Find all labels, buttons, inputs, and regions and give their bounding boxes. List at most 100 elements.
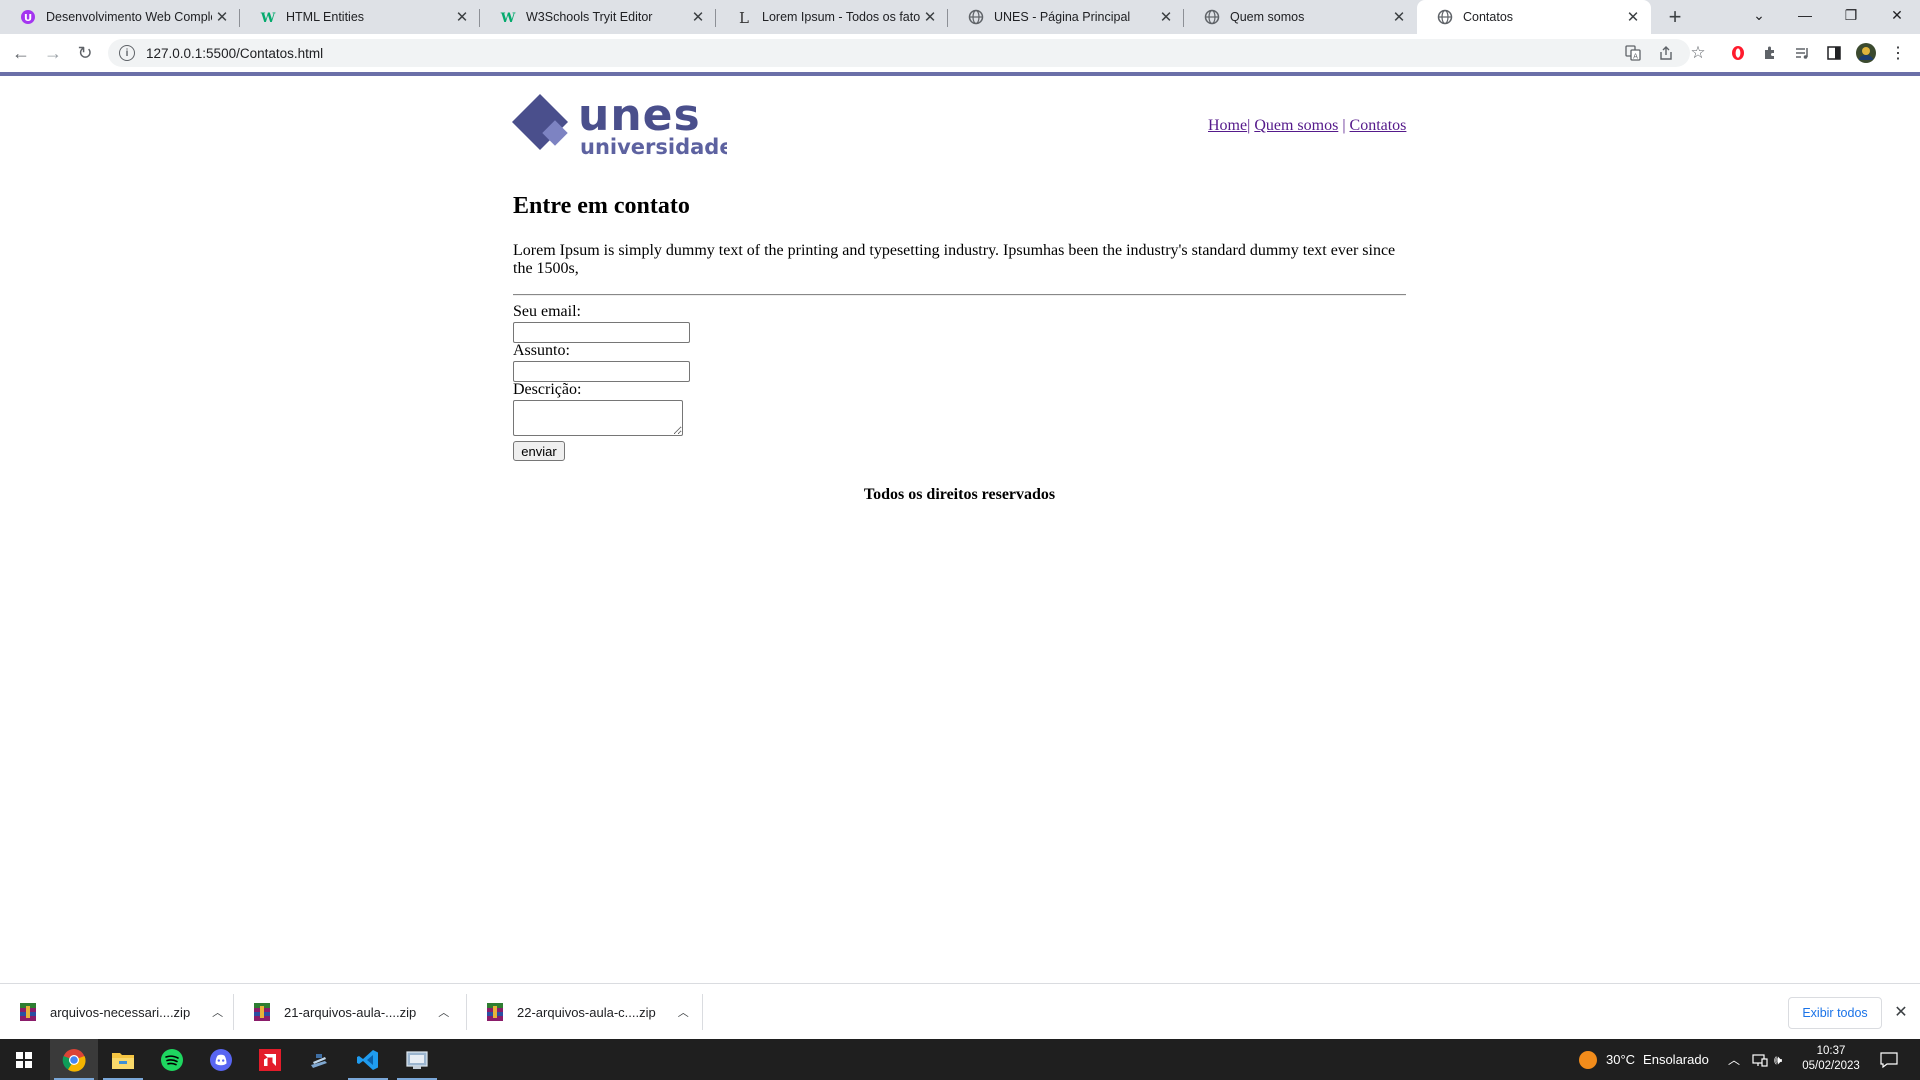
bookmark-star-icon[interactable]: ☆ [1688, 43, 1708, 63]
download-item[interactable]: 21-arquivos-aula-....zip ︿ [234, 984, 467, 1040]
svg-text:W: W [260, 11, 276, 25]
forward-icon[interactable]: → [39, 39, 67, 67]
globe-icon [968, 9, 984, 25]
w3schools-icon: W [260, 9, 276, 25]
description-textarea[interactable] [513, 400, 683, 436]
spotify-icon[interactable] [148, 1039, 196, 1080]
close-tab-icon[interactable]: ✕ [452, 7, 472, 27]
main-nav: Home| Quem somos | Contatos [1208, 117, 1406, 135]
svg-text:L: L [739, 9, 749, 25]
extensions-puzzle-icon[interactable] [1760, 43, 1780, 63]
share-icon[interactable] [1656, 43, 1676, 63]
submit-button[interactable]: enviar [513, 441, 565, 461]
back-icon[interactable]: ← [7, 39, 35, 67]
address-bar[interactable]: i 127.0.0.1:5500/Contatos.html [108, 39, 1690, 67]
download-filename: arquivos-necessari....zip [50, 1004, 191, 1020]
chrome-taskbar-icon[interactable] [50, 1039, 98, 1080]
horizontal-rule [513, 294, 1406, 296]
weather-temp: 30°C [1606, 1052, 1636, 1067]
sun-icon [1579, 1050, 1597, 1069]
subject-label: Assunto: [513, 342, 570, 359]
nav-link-quem-somos[interactable]: Quem somos [1254, 117, 1338, 134]
svg-text:unes: unes [578, 94, 701, 141]
restore-icon[interactable]: ❐ [1828, 0, 1874, 30]
java-installer-icon[interactable] [295, 1039, 343, 1080]
tab-contatos[interactable]: Contatos ✕ [1417, 0, 1651, 34]
close-tab-icon[interactable]: ✕ [1623, 7, 1643, 27]
new-tab-icon[interactable]: + [1661, 4, 1689, 30]
chevron-up-icon[interactable]: ︿ [678, 1004, 689, 1020]
windows-start-icon[interactable] [0, 1039, 48, 1080]
udemy-icon: U [20, 9, 36, 25]
page-footer: Todos os direitos reservados [863, 486, 1056, 503]
subject-field[interactable] [513, 361, 690, 382]
close-tab-icon[interactable]: ✕ [920, 7, 940, 27]
close-tab-icon[interactable]: ✕ [212, 7, 232, 27]
tray-overflow-chevron-icon[interactable]: ︿ [1728, 1039, 1740, 1080]
tab-strip: U Desenvolvimento Web Complet ✕ W HTML E… [0, 0, 1920, 34]
close-shelf-icon[interactable]: ✕ [1890, 1001, 1912, 1023]
vscode-icon[interactable] [344, 1039, 392, 1080]
nav-link-home[interactable]: Home [1208, 117, 1247, 134]
amd-software-icon[interactable] [246, 1039, 294, 1080]
tab-search-icon[interactable]: ⌄ [1736, 0, 1782, 30]
nav-separator: | [1247, 117, 1251, 134]
unes-logo[interactable]: unes universidade [512, 90, 734, 159]
volume-icon[interactable]: 🕪 [1774, 1039, 1782, 1080]
discord-icon[interactable] [197, 1039, 245, 1080]
zip-archive-icon [254, 1003, 270, 1021]
clock-date: 05/02/2023 [1802, 1060, 1860, 1072]
tab-title: UNES - Página Principal [994, 10, 1131, 24]
svg-text:U: U [24, 13, 32, 24]
site-info-icon[interactable]: i [119, 45, 135, 61]
lipsum-icon: L [736, 9, 752, 25]
translate-icon[interactable]: A [1623, 43, 1643, 63]
chevron-up-icon[interactable]: ︿ [438, 1004, 449, 1020]
weather-widget[interactable]: 30°C Ensolarado [1578, 1039, 1709, 1080]
tab-html-entities[interactable]: W HTML Entities ✕ [240, 0, 480, 34]
intro-paragraph: Lorem Ipsum is simply dummy text of the … [513, 242, 1396, 277]
download-filename: 22-arquivos-aula-c....zip [517, 1004, 656, 1020]
svg-text:universidade: universidade [580, 135, 727, 158]
tab-title: W3Schools Tryit Editor [526, 10, 653, 24]
show-all-downloads-button[interactable]: Exibir todos [1788, 997, 1882, 1029]
file-explorer-icon[interactable] [99, 1039, 147, 1080]
download-item[interactable]: 22-arquivos-aula-c....zip ︿ [467, 984, 703, 1040]
close-tab-icon[interactable]: ✕ [688, 7, 708, 27]
tab-title: HTML Entities [286, 10, 365, 24]
page-content: unes universidade Home| Quem somos | Con… [0, 76, 1920, 983]
email-field[interactable] [513, 322, 690, 343]
windows-taskbar: 30°C Ensolarado ︿ 🕪 10:37 05/02/2023 [0, 1039, 1920, 1080]
nav-link-contatos[interactable]: Contatos [1350, 117, 1407, 134]
chevron-up-icon[interactable]: ︿ [212, 1004, 223, 1020]
side-panel-icon[interactable] [1824, 43, 1844, 63]
divider [702, 994, 703, 1030]
minimize-icon[interactable]: — [1782, 0, 1828, 30]
close-tab-icon[interactable]: ✕ [1389, 7, 1409, 27]
opera-extension-icon[interactable] [1728, 43, 1748, 63]
media-controls-icon[interactable] [1792, 43, 1812, 63]
reload-icon[interactable]: ↻ [71, 39, 99, 67]
download-shelf: arquivos-necessari....zip ︿ 21-arquivos-… [0, 983, 1920, 1039]
close-tab-icon[interactable]: ✕ [1156, 7, 1176, 27]
menu-kebab-icon[interactable]: ⋮ [1888, 43, 1908, 63]
tab-desenvolvimento[interactable]: U Desenvolvimento Web Complet ✕ [0, 0, 240, 34]
tab-lorem-ipsum[interactable]: L Lorem Ipsum - Todos os fatos - L ✕ [716, 0, 948, 34]
notification-center-icon[interactable] [1880, 1039, 1898, 1080]
tab-unes-home[interactable]: UNES - Página Principal ✕ [948, 0, 1184, 34]
taskbar-clock[interactable]: 10:37 05/02/2023 [1793, 1044, 1869, 1074]
svg-text:W: W [500, 11, 516, 25]
network-icon[interactable] [1752, 1039, 1768, 1080]
tab-title: Contatos [1463, 10, 1514, 24]
download-item[interactable]: arquivos-necessari....zip ︿ [0, 984, 234, 1040]
tab-title: Quem somos [1230, 10, 1305, 24]
tab-tryit-editor[interactable]: W W3Schools Tryit Editor ✕ [480, 0, 716, 34]
w3schools-icon: W [500, 9, 516, 25]
tab-quem-somos[interactable]: Quem somos ✕ [1184, 0, 1417, 34]
url-text: 127.0.0.1:5500/Contatos.html [146, 45, 324, 61]
control-panel-icon[interactable] [393, 1039, 441, 1080]
tab-title: Desenvolvimento Web Complet [46, 10, 212, 24]
profile-avatar[interactable] [1856, 43, 1876, 63]
nav-separator: | [1342, 117, 1346, 134]
close-window-icon[interactable]: ✕ [1874, 0, 1920, 30]
